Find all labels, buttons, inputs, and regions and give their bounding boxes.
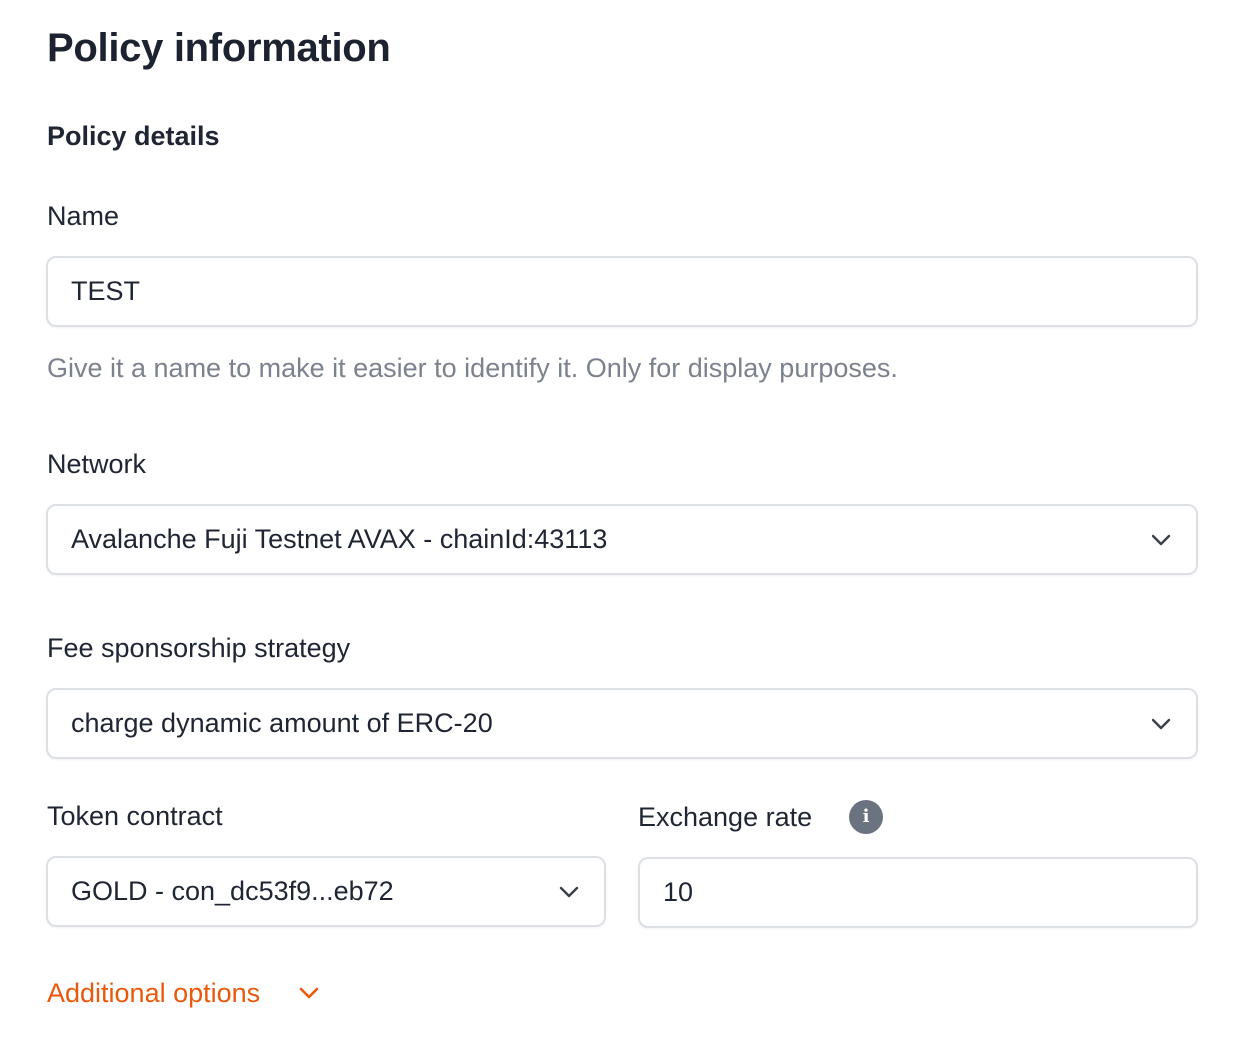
- fee-strategy-label: Fee sponsorship strategy: [47, 633, 351, 663]
- fee-strategy-select[interactable]: charge dynamic amount of ERC-20: [46, 688, 1198, 759]
- chevron-down-icon: [558, 881, 580, 903]
- exchange-rate-input-value: 10: [663, 877, 694, 907]
- token-contract-label: Token contract: [47, 801, 223, 831]
- info-icon[interactable]: i: [849, 800, 883, 834]
- name-helper-text: Give it a name to make it easier to iden…: [47, 353, 898, 383]
- name-input[interactable]: TEST: [46, 256, 1198, 327]
- chevron-down-icon: [1150, 529, 1172, 551]
- exchange-rate-label: Exchange rate: [638, 802, 813, 832]
- network-select-value: Avalanche Fuji Testnet AVAX - chainId:43…: [71, 524, 608, 554]
- info-icon-glyph: i: [862, 806, 870, 827]
- chevron-down-icon[interactable]: [298, 982, 320, 1004]
- additional-options-link[interactable]: Additional options: [47, 974, 260, 1012]
- token-contract-select-value: GOLD - con_dc53f9...eb72: [71, 876, 394, 906]
- token-contract-select[interactable]: GOLD - con_dc53f9...eb72: [46, 856, 606, 927]
- exchange-rate-input[interactable]: 10: [638, 857, 1198, 928]
- network-label: Network: [47, 449, 147, 479]
- page-title: Policy information: [47, 26, 391, 70]
- chevron-down-icon: [1150, 713, 1172, 735]
- section-title-policy-details: Policy details: [47, 121, 220, 151]
- network-select[interactable]: Avalanche Fuji Testnet AVAX - chainId:43…: [46, 504, 1198, 575]
- name-label: Name: [47, 201, 120, 231]
- name-input-value: TEST: [71, 276, 141, 306]
- fee-strategy-select-value: charge dynamic amount of ERC-20: [71, 708, 493, 738]
